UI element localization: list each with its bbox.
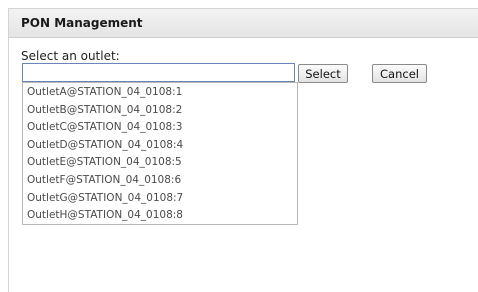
select-button[interactable]: Select [298, 64, 348, 83]
outlet-option[interactable]: OutletH@STATION_04_0108:8 [23, 207, 297, 225]
outlet-option[interactable]: OutletE@STATION_04_0108:5 [23, 154, 297, 172]
outlet-input[interactable] [22, 63, 295, 82]
outlet-option[interactable]: OutletC@STATION_04_0108:3 [23, 119, 297, 137]
outlet-dropdown-list: OutletA@STATION_04_0108:1 OutletB@STATIO… [22, 82, 298, 225]
dialog-title: PON Management [21, 16, 143, 30]
dialog-titlebar: PON Management [9, 8, 478, 38]
outlet-option[interactable]: OutletD@STATION_04_0108:4 [23, 137, 297, 155]
cancel-button[interactable]: Cancel [372, 64, 427, 83]
pon-management-dialog: PON Management Select an outlet: Select … [8, 8, 478, 292]
outlet-option[interactable]: OutletA@STATION_04_0108:1 [23, 84, 297, 102]
outlet-option[interactable]: OutletF@STATION_04_0108:6 [23, 172, 297, 190]
outlet-prompt-label: Select an outlet: [21, 49, 120, 63]
outlet-option[interactable]: OutletB@STATION_04_0108:2 [23, 102, 297, 120]
outlet-option[interactable]: OutletG@STATION_04_0108:7 [23, 190, 297, 208]
